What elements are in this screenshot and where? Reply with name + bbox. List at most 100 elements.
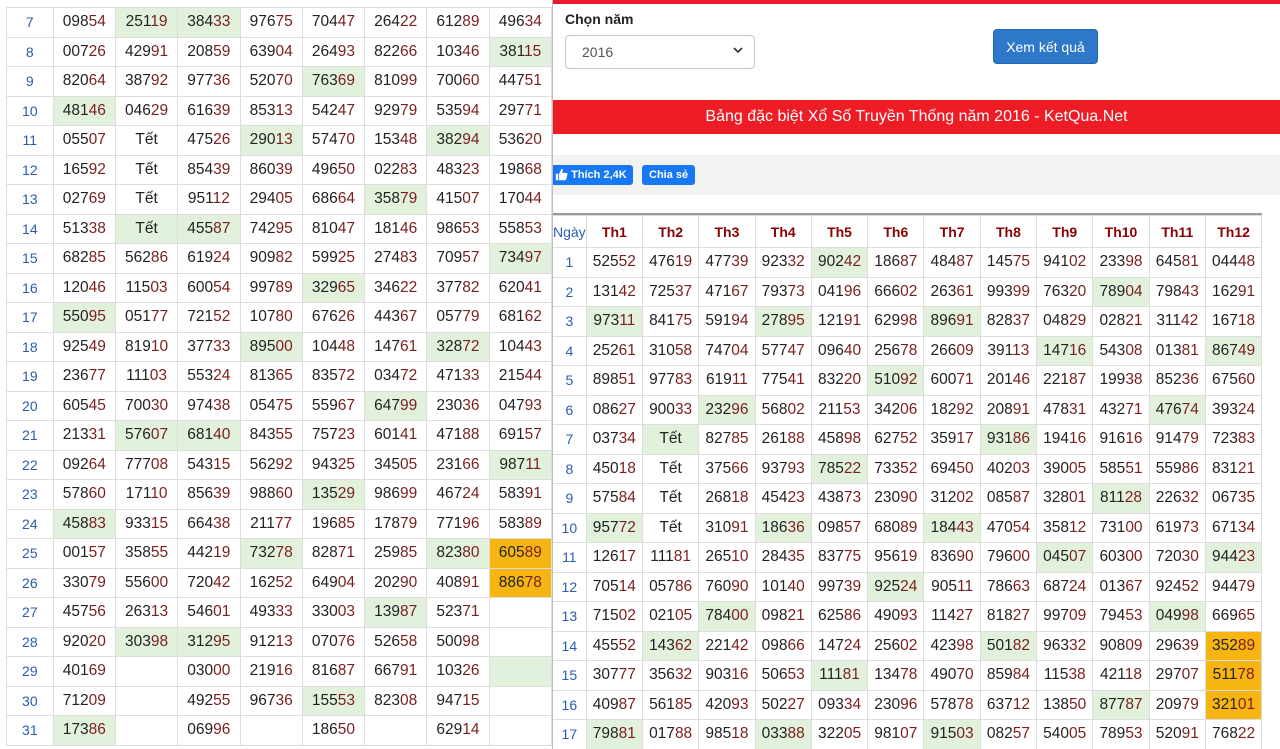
result-cell: 61639 bbox=[177, 95, 241, 126]
header-month: Th6 bbox=[867, 215, 925, 248]
day-cell: 14 bbox=[553, 630, 587, 661]
result-cell: 81047 bbox=[301, 213, 366, 244]
table-row: 21 21331 57607 68140 84355 75723 60141 47188 691… bbox=[6, 420, 552, 451]
result-cell: 99739 bbox=[810, 571, 869, 602]
result-cell: 68724 bbox=[1036, 571, 1094, 602]
table-row: 29 40169 03000 21916 81687 66791 10326 bbox=[6, 656, 552, 687]
result-cell: 17044 bbox=[488, 184, 552, 215]
result-cell: 21177 bbox=[239, 508, 303, 539]
result-cell: 76369 bbox=[301, 66, 366, 97]
result-cell: 35879 bbox=[364, 184, 428, 215]
table-row: 2 13142 72537 47167 79373 04196 66602 26361 9939… bbox=[553, 276, 1263, 307]
result-cell: 16252 bbox=[239, 567, 303, 598]
result-cell: 90511 bbox=[923, 571, 981, 602]
result-cell: 40203 bbox=[979, 453, 1038, 484]
result-cell: 91503 bbox=[923, 719, 981, 749]
result-cell: 23166 bbox=[426, 449, 490, 480]
result-cell: 71209 bbox=[52, 685, 116, 716]
result-cell: 11538 bbox=[1036, 660, 1094, 691]
result-cell: 13529 bbox=[301, 479, 366, 510]
result-cell: 04998 bbox=[1148, 601, 1206, 632]
table-row: 9 57584 Tết 26818 45423 43873 23090 31202 08587 3… bbox=[553, 483, 1263, 514]
result-cell: 12046 bbox=[52, 272, 116, 303]
result-cell: 79373 bbox=[754, 276, 812, 307]
result-cell: 01788 bbox=[641, 719, 700, 749]
result-cell: 62914 bbox=[426, 715, 490, 746]
day-cell: 12 bbox=[553, 571, 587, 602]
result-cell: 72030 bbox=[1148, 542, 1206, 573]
result-cell bbox=[114, 685, 179, 716]
result-cell: 68089 bbox=[867, 512, 925, 543]
table-row: 11 12617 11181 26510 28435 83775 95619 83690 796… bbox=[553, 542, 1263, 573]
result-cell: 92524 bbox=[867, 571, 925, 602]
result-cell: 38294 bbox=[426, 125, 490, 156]
table-row: 24 45883 93315 66438 21177 19685 17879 77196 583… bbox=[6, 508, 552, 539]
day-cell: 27 bbox=[6, 597, 54, 628]
result-cell: 11103 bbox=[114, 361, 179, 392]
result-cell: 38433 bbox=[177, 7, 241, 38]
result-cell: 49070 bbox=[923, 660, 981, 691]
result-cell: 09854 bbox=[52, 7, 116, 38]
result-cell: 42398 bbox=[923, 630, 981, 661]
result-cell: 16291 bbox=[1204, 276, 1263, 307]
day-cell: 21 bbox=[6, 420, 54, 451]
table-row: 12 70514 05786 76090 10140 99739 92524 90511 786… bbox=[553, 571, 1263, 602]
result-cell: 47739 bbox=[698, 247, 756, 278]
result-cell: 97675 bbox=[239, 7, 303, 38]
result-cell: 35812 bbox=[1036, 512, 1094, 543]
result-cell: 67626 bbox=[301, 302, 366, 333]
result-cell: Tết bbox=[641, 424, 700, 455]
result-cell: 41507 bbox=[426, 184, 490, 215]
result-cell: 55600 bbox=[114, 567, 179, 598]
result-cell: 94479 bbox=[1204, 571, 1263, 602]
result-cell: 56286 bbox=[114, 243, 179, 274]
header-month: Th2 bbox=[641, 215, 700, 248]
result-cell: 82308 bbox=[364, 685, 428, 716]
facebook-like-button[interactable]: Thích 2,4K bbox=[553, 165, 633, 185]
result-cell: 66602 bbox=[867, 276, 925, 307]
result-cell: 23090 bbox=[867, 483, 925, 514]
result-cell: 04448 bbox=[1204, 247, 1263, 278]
result-cell: 91479 bbox=[1148, 424, 1206, 455]
table-row: 25 00157 35855 44219 73278 82871 25985 82380 605… bbox=[6, 538, 552, 569]
result-cell: 02769 bbox=[52, 184, 116, 215]
year-select[interactable]: 2016 bbox=[565, 35, 755, 69]
result-cell: 31142 bbox=[1148, 306, 1206, 337]
result-cell: 78522 bbox=[810, 453, 869, 484]
result-cell: 33003 bbox=[301, 597, 366, 628]
result-cell: 57878 bbox=[923, 689, 981, 720]
result-cell: 34206 bbox=[867, 394, 925, 425]
result-cell: 35289 bbox=[1204, 630, 1263, 661]
result-cell: 16718 bbox=[1204, 306, 1263, 337]
result-cell: 11503 bbox=[114, 272, 179, 303]
table-row: 13 71502 02105 78400 09821 62586 49093 11427 818… bbox=[553, 601, 1263, 632]
result-cell: 81827 bbox=[979, 601, 1038, 632]
day-cell: 7 bbox=[553, 424, 587, 455]
result-cell bbox=[488, 685, 552, 716]
result-cell: 26313 bbox=[114, 597, 179, 628]
result-cell: 76822 bbox=[1204, 719, 1263, 749]
result-cell: 76090 bbox=[698, 571, 756, 602]
facebook-share-button[interactable]: Chia sẻ bbox=[642, 165, 696, 185]
result-cell: 12617 bbox=[585, 542, 643, 573]
day-cell: 31 bbox=[6, 715, 54, 746]
result-cell: 18636 bbox=[754, 512, 812, 543]
table-row: 7 09854 25119 38433 97675 70447 26422 61289 4963… bbox=[6, 7, 552, 38]
result-cell: 10448 bbox=[301, 331, 366, 362]
result-cell: 23398 bbox=[1092, 247, 1150, 278]
result-cell: 03000 bbox=[177, 656, 241, 687]
table-row: 6 08627 90033 23296 56802 21153 34206 18292 2089… bbox=[553, 394, 1263, 425]
result-cell: 47188 bbox=[426, 420, 490, 451]
result-cell: Tết bbox=[114, 213, 179, 244]
result-cell: 06996 bbox=[177, 715, 241, 746]
chevron-down-icon bbox=[733, 47, 743, 54]
day-cell: 4 bbox=[553, 335, 587, 366]
table-row: 9 82064 38792 97736 52070 76369 81099 70060 4475… bbox=[6, 66, 552, 97]
day-cell: 23 bbox=[6, 479, 54, 510]
result-cell: 52070 bbox=[239, 66, 303, 97]
result-cell: 89851 bbox=[585, 365, 643, 396]
result-cell: 84355 bbox=[239, 420, 303, 451]
result-cell: 83121 bbox=[1204, 453, 1263, 484]
result-cell: 38115 bbox=[488, 36, 552, 67]
view-results-button[interactable]: Xem kết quả bbox=[993, 29, 1098, 64]
